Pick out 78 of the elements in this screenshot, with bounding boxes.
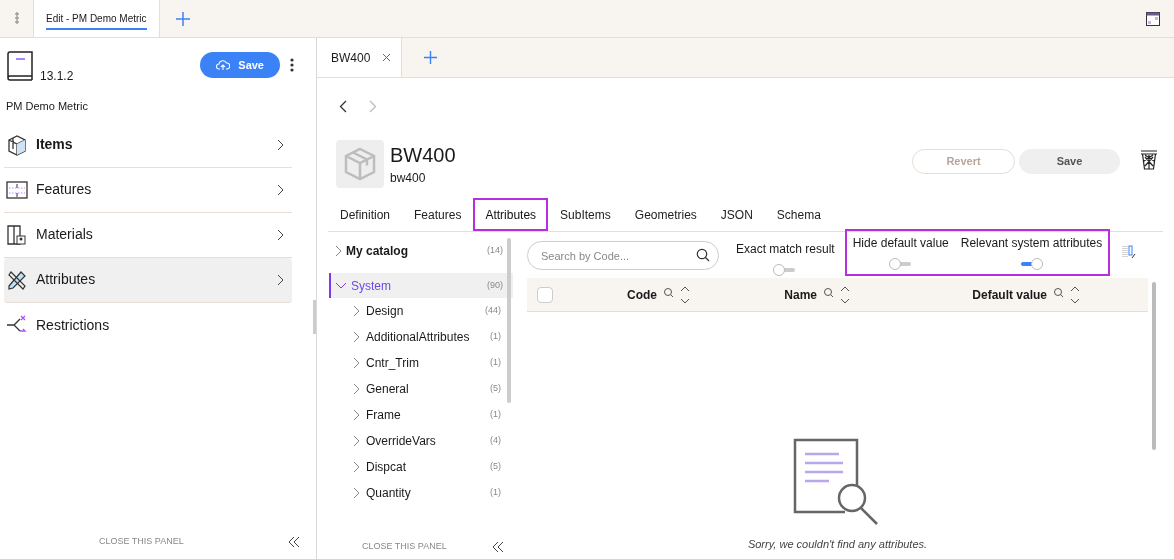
scrollbar-thumb[interactable] xyxy=(1152,282,1156,450)
item-tab[interactable]: SubItems xyxy=(548,198,623,231)
tree-item[interactable]: Design (44) xyxy=(329,298,513,324)
chevron-icon[interactable] xyxy=(353,435,360,447)
tree-item[interactable]: Dispcat (5) xyxy=(329,454,513,480)
chevron-icon xyxy=(277,183,284,196)
nav-item[interactable]: Restrictions xyxy=(4,302,292,348)
nav-item[interactable]: Attributes xyxy=(4,257,292,303)
item-tab[interactable]: Attributes xyxy=(473,198,549,231)
add-tab-icon[interactable] xyxy=(175,11,190,26)
tree-item[interactable]: Quantity (1) xyxy=(329,480,513,506)
chevron-icon[interactable] xyxy=(335,244,342,257)
close-icon[interactable] xyxy=(382,53,392,62)
toggle-label: Hide default value xyxy=(852,235,949,252)
tree-item[interactable]: General (5) xyxy=(329,376,513,402)
cabinet-icon xyxy=(6,223,28,246)
chevron-icon xyxy=(277,273,284,286)
tree-item[interactable]: OverrideVars (4) xyxy=(329,428,513,454)
chevron-icon[interactable] xyxy=(353,305,360,317)
item-tab[interactable]: JSON xyxy=(708,198,765,231)
toggle-label: Exact match result xyxy=(736,241,835,258)
nav-item[interactable]: Features xyxy=(4,167,292,213)
scrollbar-thumb[interactable] xyxy=(507,238,511,403)
book-icon xyxy=(6,51,34,81)
toggle-label: Relevant system attributes xyxy=(960,235,1103,252)
version-text: 13.1.2 xyxy=(40,68,74,85)
item-tab[interactable]: Features xyxy=(402,198,474,231)
collapse-icon[interactable] xyxy=(492,541,504,553)
item-title: BW400 xyxy=(390,143,456,167)
tree-item[interactable]: Frame (1) xyxy=(329,402,513,428)
chevron-icon[interactable] xyxy=(353,461,360,473)
column-settings-icon[interactable] xyxy=(1122,245,1137,259)
chevron-icon xyxy=(277,138,284,151)
column-header[interactable]: Name xyxy=(784,285,817,304)
select-all-checkbox[interactable] xyxy=(537,286,553,303)
empty-message: Sorry, we couldn't find any attributes. xyxy=(747,536,928,552)
item-tab[interactable]: Definition xyxy=(328,198,403,231)
chevron-icon[interactable] xyxy=(353,357,360,369)
collapse-icon[interactable] xyxy=(288,536,300,548)
item-code: bw400 xyxy=(390,170,427,187)
cube-icon xyxy=(344,147,376,181)
item-tab[interactable]: Geometries xyxy=(622,198,709,231)
save-button[interactable]: Save xyxy=(1019,149,1120,174)
cube-icon xyxy=(6,133,28,156)
column-header[interactable]: Code xyxy=(627,285,657,304)
search-field[interactable]: Search by Code... xyxy=(527,241,719,270)
nav-item[interactable]: Materials xyxy=(4,212,292,258)
column-header[interactable]: Default value xyxy=(972,285,1047,304)
forward-icon[interactable] xyxy=(369,100,377,113)
tree-item[interactable]: My catalog (14) xyxy=(329,238,513,263)
chevron-icon[interactable] xyxy=(335,282,347,289)
window-icon[interactable] xyxy=(1146,11,1160,26)
cloud-upload-icon xyxy=(216,59,231,71)
more-icon[interactable] xyxy=(290,58,294,72)
scrollbar-thumb[interactable] xyxy=(313,300,316,334)
chevron-icon[interactable] xyxy=(353,487,360,499)
document-tab[interactable]: BW400 xyxy=(317,38,403,77)
tree-item[interactable]: AdditionalAttributes (1) xyxy=(329,324,513,350)
tree-item[interactable]: System (90) xyxy=(329,273,513,298)
nav-item[interactable]: Items xyxy=(4,122,292,168)
toggle-switch[interactable] xyxy=(1019,258,1044,270)
item-tab[interactable]: Schema xyxy=(764,198,833,231)
catalog-name: PM Demo Metric xyxy=(5,99,89,114)
back-icon[interactable] xyxy=(339,100,347,113)
tree-item[interactable]: Cntr_Trim (1) xyxy=(329,350,513,376)
chevron-icon[interactable] xyxy=(353,331,360,343)
frame-icon xyxy=(6,178,28,201)
toggle-switch[interactable] xyxy=(888,258,913,270)
chevron-icon[interactable] xyxy=(353,383,360,395)
chevron-icon xyxy=(277,228,284,241)
chevron-icon[interactable] xyxy=(353,409,360,421)
app-tab[interactable]: Edit - PM Demo Metric xyxy=(34,0,160,37)
add-tab-icon[interactable] xyxy=(424,51,438,64)
save-button[interactable]: Save xyxy=(200,52,280,78)
trash-icon[interactable] xyxy=(1140,149,1158,171)
close-panel-link[interactable]: CLOSE THIS PANEL xyxy=(99,535,184,549)
close-panel-link[interactable]: CLOSE THIS PANEL xyxy=(362,540,447,554)
search-icon xyxy=(696,248,710,262)
